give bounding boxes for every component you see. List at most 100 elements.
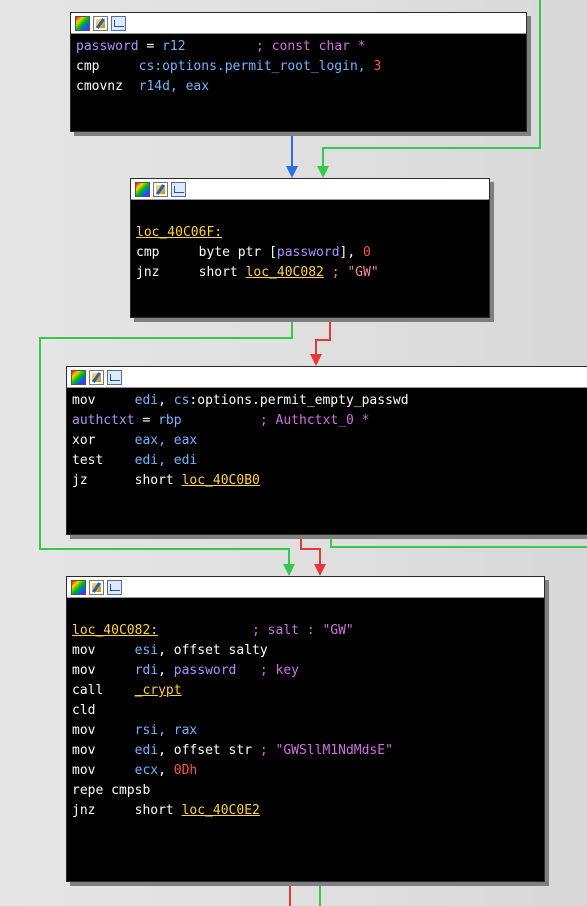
asm-line[interactable]: cmp cs:options.permit_root_login, 3 [76, 57, 521, 77]
graph-node-3[interactable]: mov edi, cs:options.permit_empty_passwd … [66, 366, 587, 535]
color-palette-icon[interactable] [135, 181, 150, 197]
mnemonic[interactable]: cld [72, 703, 95, 718]
asm-line[interactable]: password = r12 ; const char * [76, 37, 521, 57]
graph-node-4[interactable]: loc_40C082: ; salt : "GW" mov esi, offse… [66, 576, 545, 882]
mnemonic[interactable]: mov [72, 763, 95, 778]
asm-line[interactable]: mov rdi, password ; key [72, 661, 539, 681]
asm-line[interactable]: cmp byte ptr [password], 0 [136, 243, 484, 263]
text: , [158, 663, 174, 678]
color-palette-icon[interactable] [75, 15, 90, 31]
operand[interactable]: rsi, rax [135, 723, 198, 738]
mnemonic[interactable]: xor [72, 433, 95, 448]
loc-label[interactable]: loc_40C06F: [136, 225, 222, 240]
graph-node-2[interactable]: loc_40C06F: cmp byte ptr [password], 0 j… [130, 178, 490, 318]
asm-line[interactable]: authctxt = rbp ; Authctxt_0 * [72, 411, 583, 431]
jump-target-link[interactable]: loc_40C0B0 [182, 473, 260, 488]
asm-line[interactable]: jnz short loc_40C082 ; "GW" [136, 263, 484, 283]
mnemonic[interactable]: jnz [72, 803, 95, 818]
edit-node-icon[interactable] [89, 579, 104, 595]
jump-target-link[interactable]: loc_40C0E2 [182, 803, 260, 818]
register[interactable]: edi [135, 393, 158, 408]
operand[interactable]: , offset salty [158, 643, 268, 658]
mnemonic[interactable]: cmp [136, 245, 159, 260]
mnemonic[interactable]: jz [72, 473, 88, 488]
mnemonic[interactable]: mov [72, 743, 95, 758]
mnemonic[interactable]: cmp [76, 59, 99, 74]
asm-line[interactable]: cmovnz r14d, eax [76, 77, 521, 97]
function-link[interactable]: _crypt [135, 683, 182, 698]
register[interactable]: edi [135, 743, 158, 758]
asm-line[interactable]: cld [72, 701, 539, 721]
asm-line[interactable]: call _crypt [72, 681, 539, 701]
mnemonic[interactable]: mov [72, 643, 95, 658]
mnemonic[interactable]: test [72, 453, 103, 468]
mnemonic[interactable]: mov [72, 393, 95, 408]
edge-red-node2-node3 [315, 316, 331, 356]
edit-node-icon[interactable] [93, 15, 108, 31]
comment: ; "GW" [331, 265, 379, 280]
loc-label[interactable]: loc_40C082: [72, 623, 158, 638]
edge-arrowhead [317, 166, 329, 178]
asm-line[interactable]: mov esi, offset salty [72, 641, 539, 661]
asm-line[interactable]: loc_40C06F: [136, 223, 484, 243]
mnemonic[interactable]: repe cmpsb [72, 783, 150, 798]
operand[interactable]: :options.permit_root_login, [154, 59, 373, 74]
asm-line[interactable]: mov rsi, rax [72, 721, 539, 741]
mnemonic[interactable]: cmovnz [76, 79, 123, 94]
asm-line[interactable]: jz short loc_40C0B0 [72, 471, 583, 491]
mnemonic[interactable]: call [72, 683, 103, 698]
asm-line[interactable]: test edi, edi [72, 451, 583, 471]
asm-line[interactable]: jnz short loc_40C0E2 [72, 801, 539, 821]
edge-arrowhead [286, 166, 298, 178]
operand: ], [339, 245, 364, 260]
operand[interactable]: :options.permit_empty_passwd [189, 393, 408, 408]
graph-overview-icon[interactable] [171, 181, 186, 197]
edit-node-icon[interactable] [89, 369, 104, 385]
operand: short [198, 265, 246, 280]
register[interactable]: ecx [135, 763, 158, 778]
register[interactable]: cs [174, 393, 190, 408]
graph-overview-icon[interactable] [111, 15, 126, 31]
asm-line[interactable]: mov edi, cs:options.permit_empty_passwd [72, 391, 583, 411]
mnemonic[interactable]: jnz [136, 265, 159, 280]
mnemonic[interactable]: mov [72, 723, 95, 738]
graph-overview-icon[interactable] [107, 579, 122, 595]
jump-target-link[interactable]: loc_40C082 [246, 265, 324, 280]
asm-line[interactable]: loc_40C082: ; salt : "GW" [72, 621, 539, 641]
asm-line[interactable]: repe cmpsb [72, 781, 539, 801]
operand[interactable]: r14d, eax [139, 79, 209, 94]
graph-overview-icon[interactable] [107, 369, 122, 385]
comment: ; key [259, 663, 300, 678]
color-palette-icon[interactable] [71, 579, 86, 595]
mnemonic[interactable]: mov [72, 663, 95, 678]
asm-line[interactable]: mov ecx, 0Dh [72, 761, 539, 781]
edit-node-icon[interactable] [153, 181, 168, 197]
asm-line[interactable]: mov edi, offset str ; "GWSllM1NdMdsE" [72, 741, 539, 761]
operand[interactable]: eax, eax [135, 433, 198, 448]
register[interactable]: r12 [162, 39, 185, 54]
var-name[interactable]: password [76, 39, 139, 54]
register[interactable]: rdi [135, 663, 158, 678]
register[interactable]: esi [135, 643, 158, 658]
var-name[interactable]: password [174, 663, 237, 678]
edge-red-node3-node4 [300, 533, 321, 566]
register[interactable]: cs [139, 59, 155, 74]
asm-line[interactable]: xor eax, eax [72, 431, 583, 451]
operand[interactable]: edi, edi [135, 453, 198, 468]
operand[interactable]: , offset str [158, 743, 260, 758]
graph-node-1[interactable]: password = r12 ; const char * cmp cs:opt… [70, 12, 527, 132]
register[interactable]: rbp [158, 413, 181, 428]
color-palette-icon[interactable] [71, 369, 86, 385]
var-name[interactable]: authctxt [72, 413, 135, 428]
var-name[interactable]: password [277, 245, 340, 260]
